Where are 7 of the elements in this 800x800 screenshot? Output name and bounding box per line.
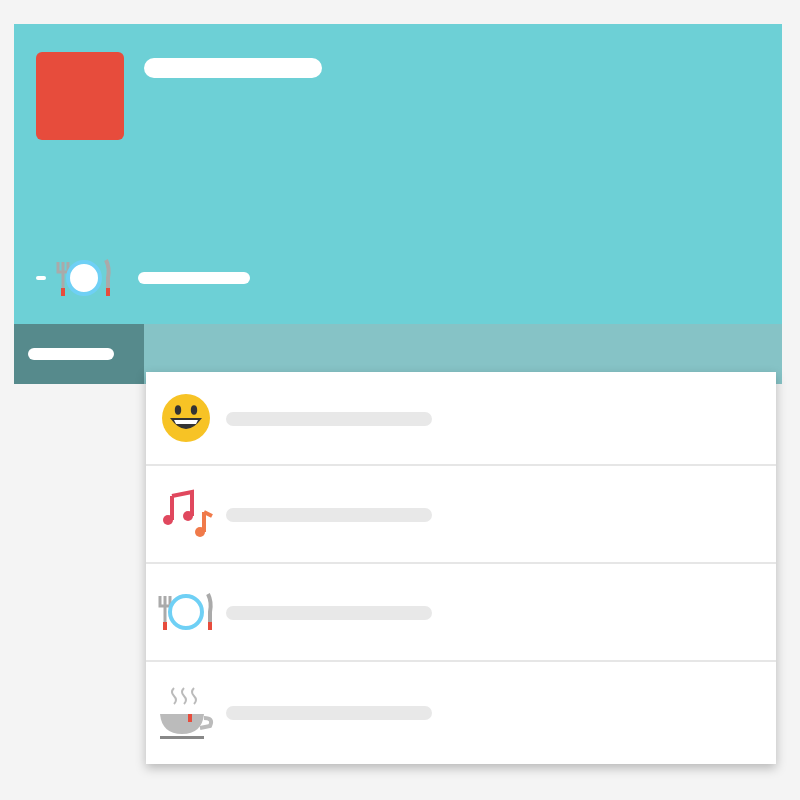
- avatar: [36, 52, 124, 140]
- teacup-icon: [156, 683, 216, 743]
- tab[interactable]: [14, 324, 144, 384]
- smiley-icon: [156, 388, 216, 448]
- dash-placeholder: [36, 276, 46, 280]
- tab-label-placeholder: [28, 348, 114, 360]
- subtitle-placeholder: [138, 272, 250, 284]
